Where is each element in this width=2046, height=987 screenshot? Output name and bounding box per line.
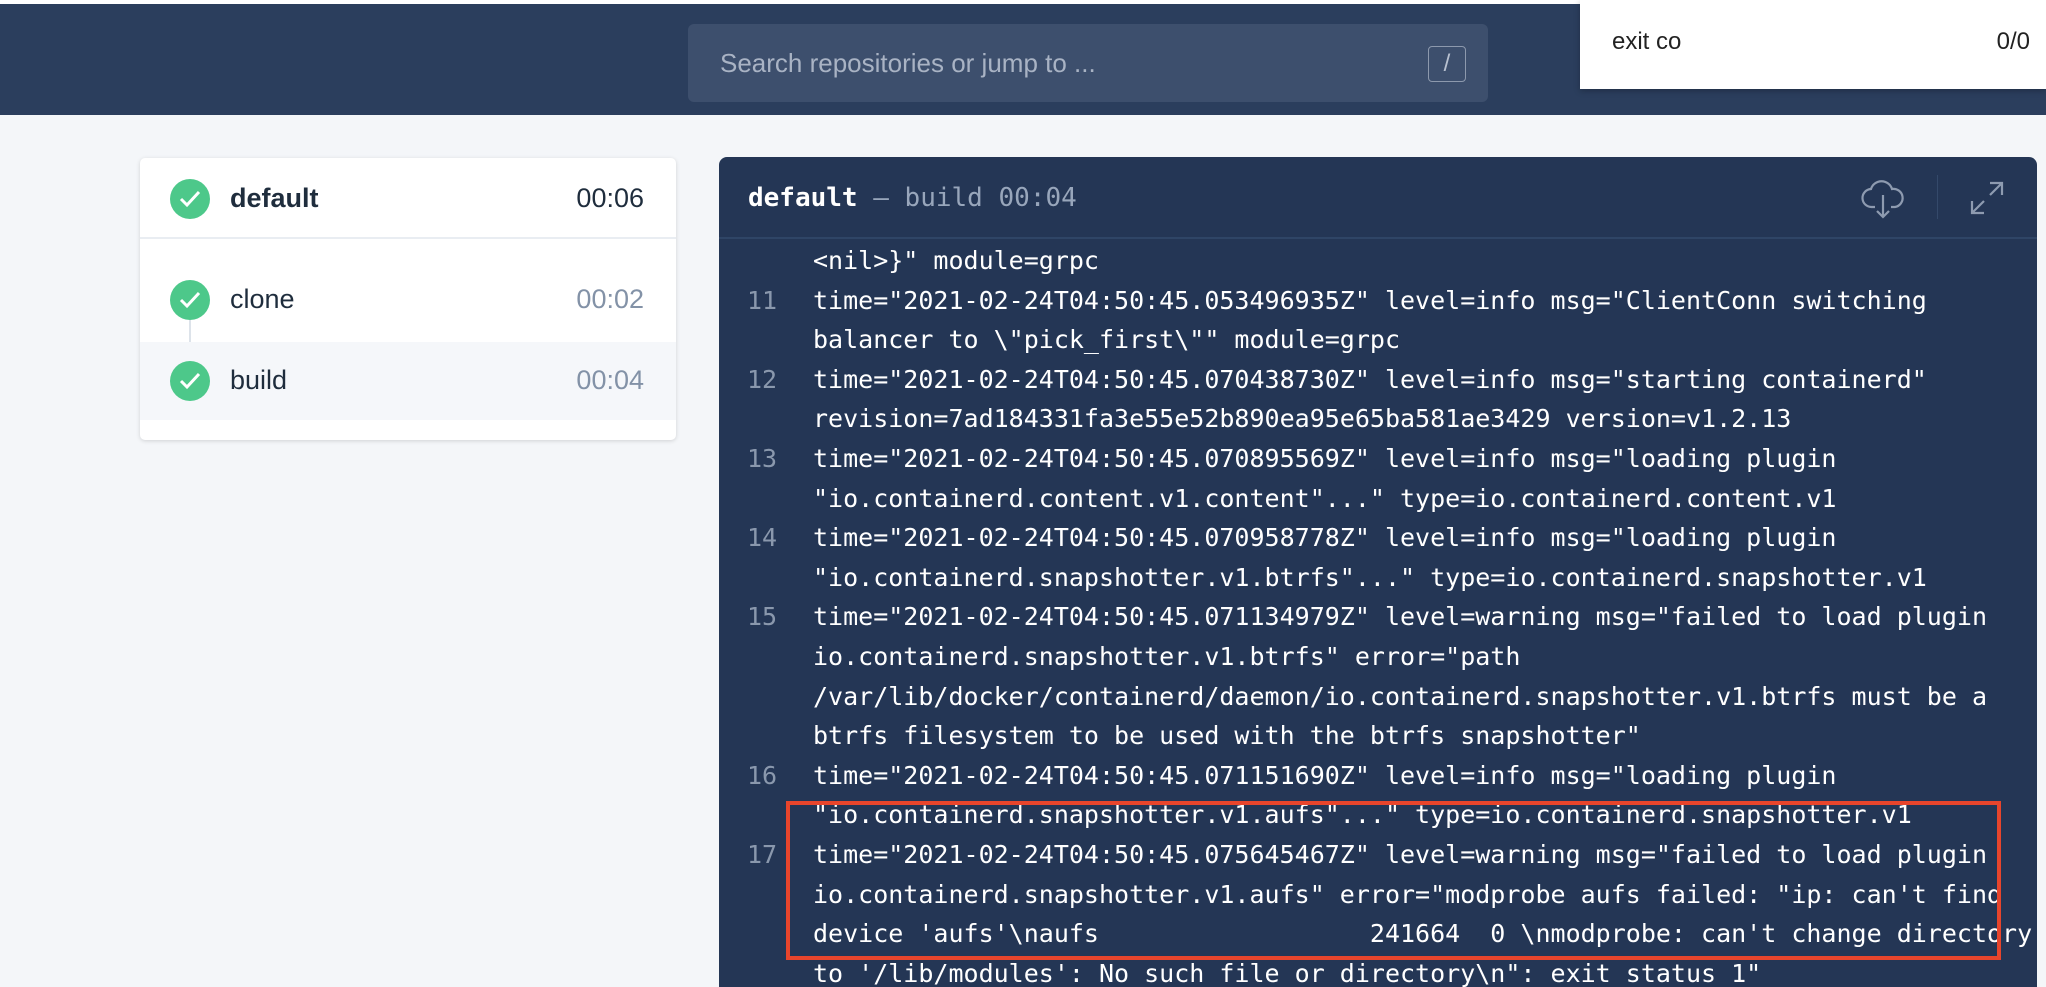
log-line: 16 time="2021-02-24T04:50:45.071151690Z" … (719, 756, 2037, 796)
step-duration: 00:02 (576, 284, 644, 314)
step-build[interactable]: build 00:04 (140, 342, 676, 420)
line-number: 14 (747, 523, 778, 553)
log-line: 11 time="2021-02-24T04:50:45.053496935Z" … (719, 281, 2037, 321)
step-duration: 00:04 (576, 365, 644, 395)
line-number: 13 (747, 444, 778, 473)
stage-name: default (230, 183, 319, 213)
highlight-box (786, 801, 2001, 960)
line-text: /var/lib/docker/containerd/daemon/io.con… (813, 681, 1987, 711)
line-text: time="2021-02-24T04:50:45.071134979Z" le… (813, 602, 1987, 632)
line-text: "io.containerd.content.v1.content"..." t… (813, 483, 1837, 513)
line-text: time="2021-02-24T04:50:45.071151690Z" le… (813, 760, 1837, 790)
log-line: io.containerd.snapshotter.v1.btrfs" erro… (719, 637, 2037, 677)
expand-icon[interactable] (1964, 175, 2010, 221)
log-line: btrfs filesystem to be used with the btr… (719, 716, 2037, 756)
log-line: <nil>}" module=grpc (719, 241, 2037, 281)
log-panel-header: default – build 00:04 (719, 157, 2037, 239)
success-check-icon (170, 179, 210, 219)
line-text: revision=7ad184331fa3e55e52b890ea95e65ba… (813, 404, 1792, 434)
line-text: time="2021-02-24T04:50:45.070958778Z" le… (813, 523, 1837, 553)
success-check-icon (170, 361, 210, 401)
line-number: 17 (747, 840, 778, 869)
line-text: btrfs filesystem to be used with the btr… (813, 721, 1641, 751)
log-line: /var/lib/docker/containerd/daemon/io.con… (719, 677, 2037, 717)
log-line: revision=7ad184331fa3e55e52b890ea95e65ba… (719, 399, 2037, 439)
line-number: 16 (747, 760, 778, 790)
step-name: build (230, 365, 288, 395)
success-check-icon (170, 280, 210, 320)
search-shortcut-key: / (1428, 46, 1466, 82)
cloud-download-icon[interactable] (1860, 175, 1906, 221)
line-text: io.containerd.snapshotter.v1.btrfs" erro… (813, 642, 1521, 671)
log-line: "io.containerd.content.v1.content"..." t… (719, 479, 2037, 519)
find-query[interactable]: exit co (1612, 28, 1681, 56)
log-step-name: build (904, 183, 983, 213)
log-line: 13 time="2021-02-24T04:50:45.070895569Z" … (719, 439, 2037, 479)
log-line: 12 time="2021-02-24T04:50:45.070438730Z" … (719, 360, 2037, 400)
stage-duration: 00:06 (576, 183, 644, 213)
search-placeholder: Search repositories or jump to ... (720, 48, 1096, 78)
log-title: default – build 00:04 (748, 183, 1077, 213)
log-step-duration: 00:04 (998, 183, 1077, 213)
step-clone[interactable]: clone 00:02 (140, 262, 676, 340)
find-match-count: 0/0 (1996, 28, 2030, 55)
log-line: 15 time="2021-02-24T04:50:45.071134979Z" … (719, 597, 2037, 637)
search-input[interactable]: Search repositories or jump to ... / (688, 24, 1488, 102)
step-name: clone (230, 284, 295, 314)
line-number: 11 (747, 285, 778, 315)
line-number: 15 (747, 602, 778, 632)
line-text: time="2021-02-24T04:50:45.070895569Z" le… (813, 444, 1837, 473)
line-text: time="2021-02-24T04:50:45.070438730Z" le… (813, 364, 1927, 394)
log-stage-name: default (748, 183, 858, 213)
log-line: balancer to \"pick_first\"" module=grpc (719, 320, 2037, 360)
log-line: "io.containerd.snapshotter.v1.btrfs"..."… (719, 558, 2037, 598)
line-text: <nil>}" module=grpc (813, 246, 1099, 275)
line-text: time="2021-02-24T04:50:45.053496935Z" le… (813, 285, 1927, 315)
header-divider (1937, 175, 1938, 219)
line-text: balancer to \"pick_first\"" module=grpc (813, 325, 1400, 355)
line-text: "io.containerd.snapshotter.v1.btrfs"..."… (813, 562, 1927, 592)
pipeline-stage-default[interactable]: default 00:06 (140, 158, 676, 239)
find-in-page-bar[interactable]: exit co 0/0 (1580, 0, 2046, 89)
line-number: 12 (747, 364, 778, 394)
stages-card: default 00:06 clone 00:02 build 00:04 (140, 158, 676, 440)
log-separator: – (873, 183, 889, 213)
log-line: 14 time="2021-02-24T04:50:45.070958778Z" … (719, 518, 2037, 558)
